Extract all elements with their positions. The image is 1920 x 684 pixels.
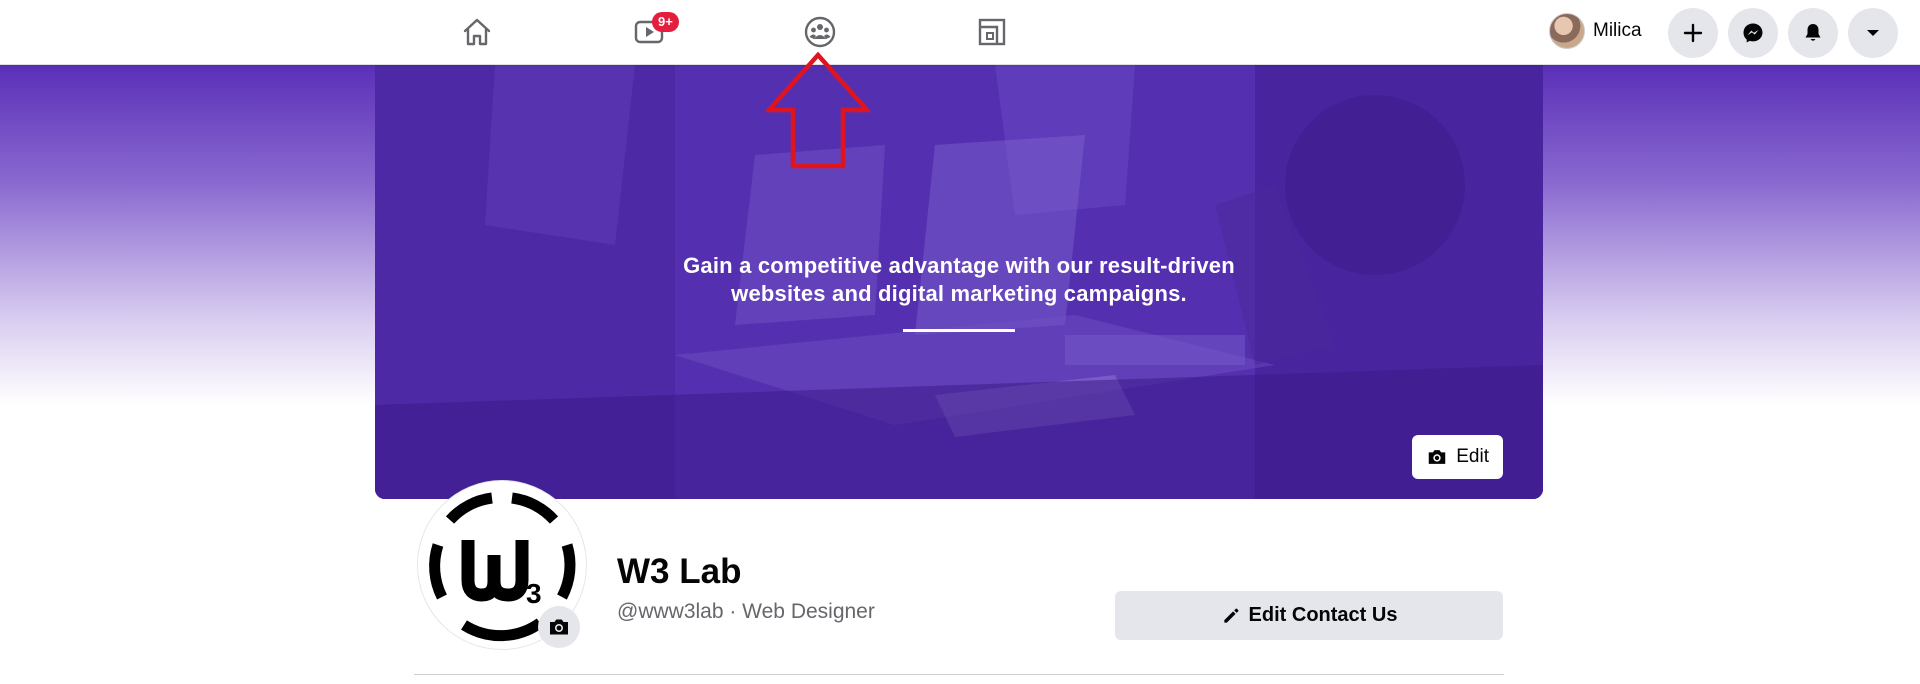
home-icon <box>463 18 491 46</box>
groups-icon <box>804 16 836 48</box>
messenger-button[interactable] <box>1728 8 1778 58</box>
update-profile-picture-button[interactable] <box>538 606 580 648</box>
cover-tagline-line-2: websites and digital marketing campaigns… <box>731 281 1187 306</box>
tab-groups[interactable] <box>790 8 850 56</box>
avatar <box>1549 13 1585 49</box>
notifications-button[interactable] <box>1788 8 1838 58</box>
gaming-icon <box>978 18 1006 46</box>
bell-icon <box>1805 24 1821 41</box>
tab-watch[interactable]: 9+ <box>619 8 679 56</box>
messenger-icon <box>1743 23 1763 43</box>
caret-down-icon <box>1867 30 1879 36</box>
cover-photo: Gain a competitive advantage with our re… <box>375 65 1543 499</box>
edit-cover-label: Edit <box>1456 446 1489 467</box>
tab-home[interactable] <box>447 8 507 56</box>
edit-cover-button[interactable]: Edit <box>1412 435 1503 479</box>
create-button[interactable] <box>1668 8 1718 58</box>
tab-gaming[interactable] <box>962 8 1022 56</box>
notification-badge: 9+ <box>652 12 679 32</box>
cover-tagline-line-1: Gain a competitive advantage with our re… <box>683 253 1235 278</box>
cover-divider <box>903 329 1015 332</box>
camera-icon <box>550 619 568 635</box>
svg-text:3: 3 <box>526 578 542 609</box>
user-name: Milica <box>1593 20 1642 41</box>
camera-icon <box>1429 450 1446 464</box>
account-menu-button[interactable] <box>1848 8 1898 58</box>
plus-icon <box>1683 23 1703 43</box>
page-subtitle: @www3lab · Web Designer <box>617 600 875 623</box>
profile-shortcut[interactable]: Milica <box>1545 10 1652 52</box>
annotation-arrow-icon <box>766 52 870 169</box>
edit-contact-us-label: Edit Contact Us <box>1248 604 1398 626</box>
pencil-icon <box>1223 608 1239 623</box>
page-title: W3 Lab <box>617 552 742 591</box>
cover-tagline: Gain a competitive advantage with our re… <box>375 252 1543 308</box>
top-navigation-bar: 9+ Milica <box>0 0 1920 65</box>
edit-contact-us-button[interactable]: Edit Contact Us <box>1115 591 1503 640</box>
section-divider <box>414 674 1504 675</box>
